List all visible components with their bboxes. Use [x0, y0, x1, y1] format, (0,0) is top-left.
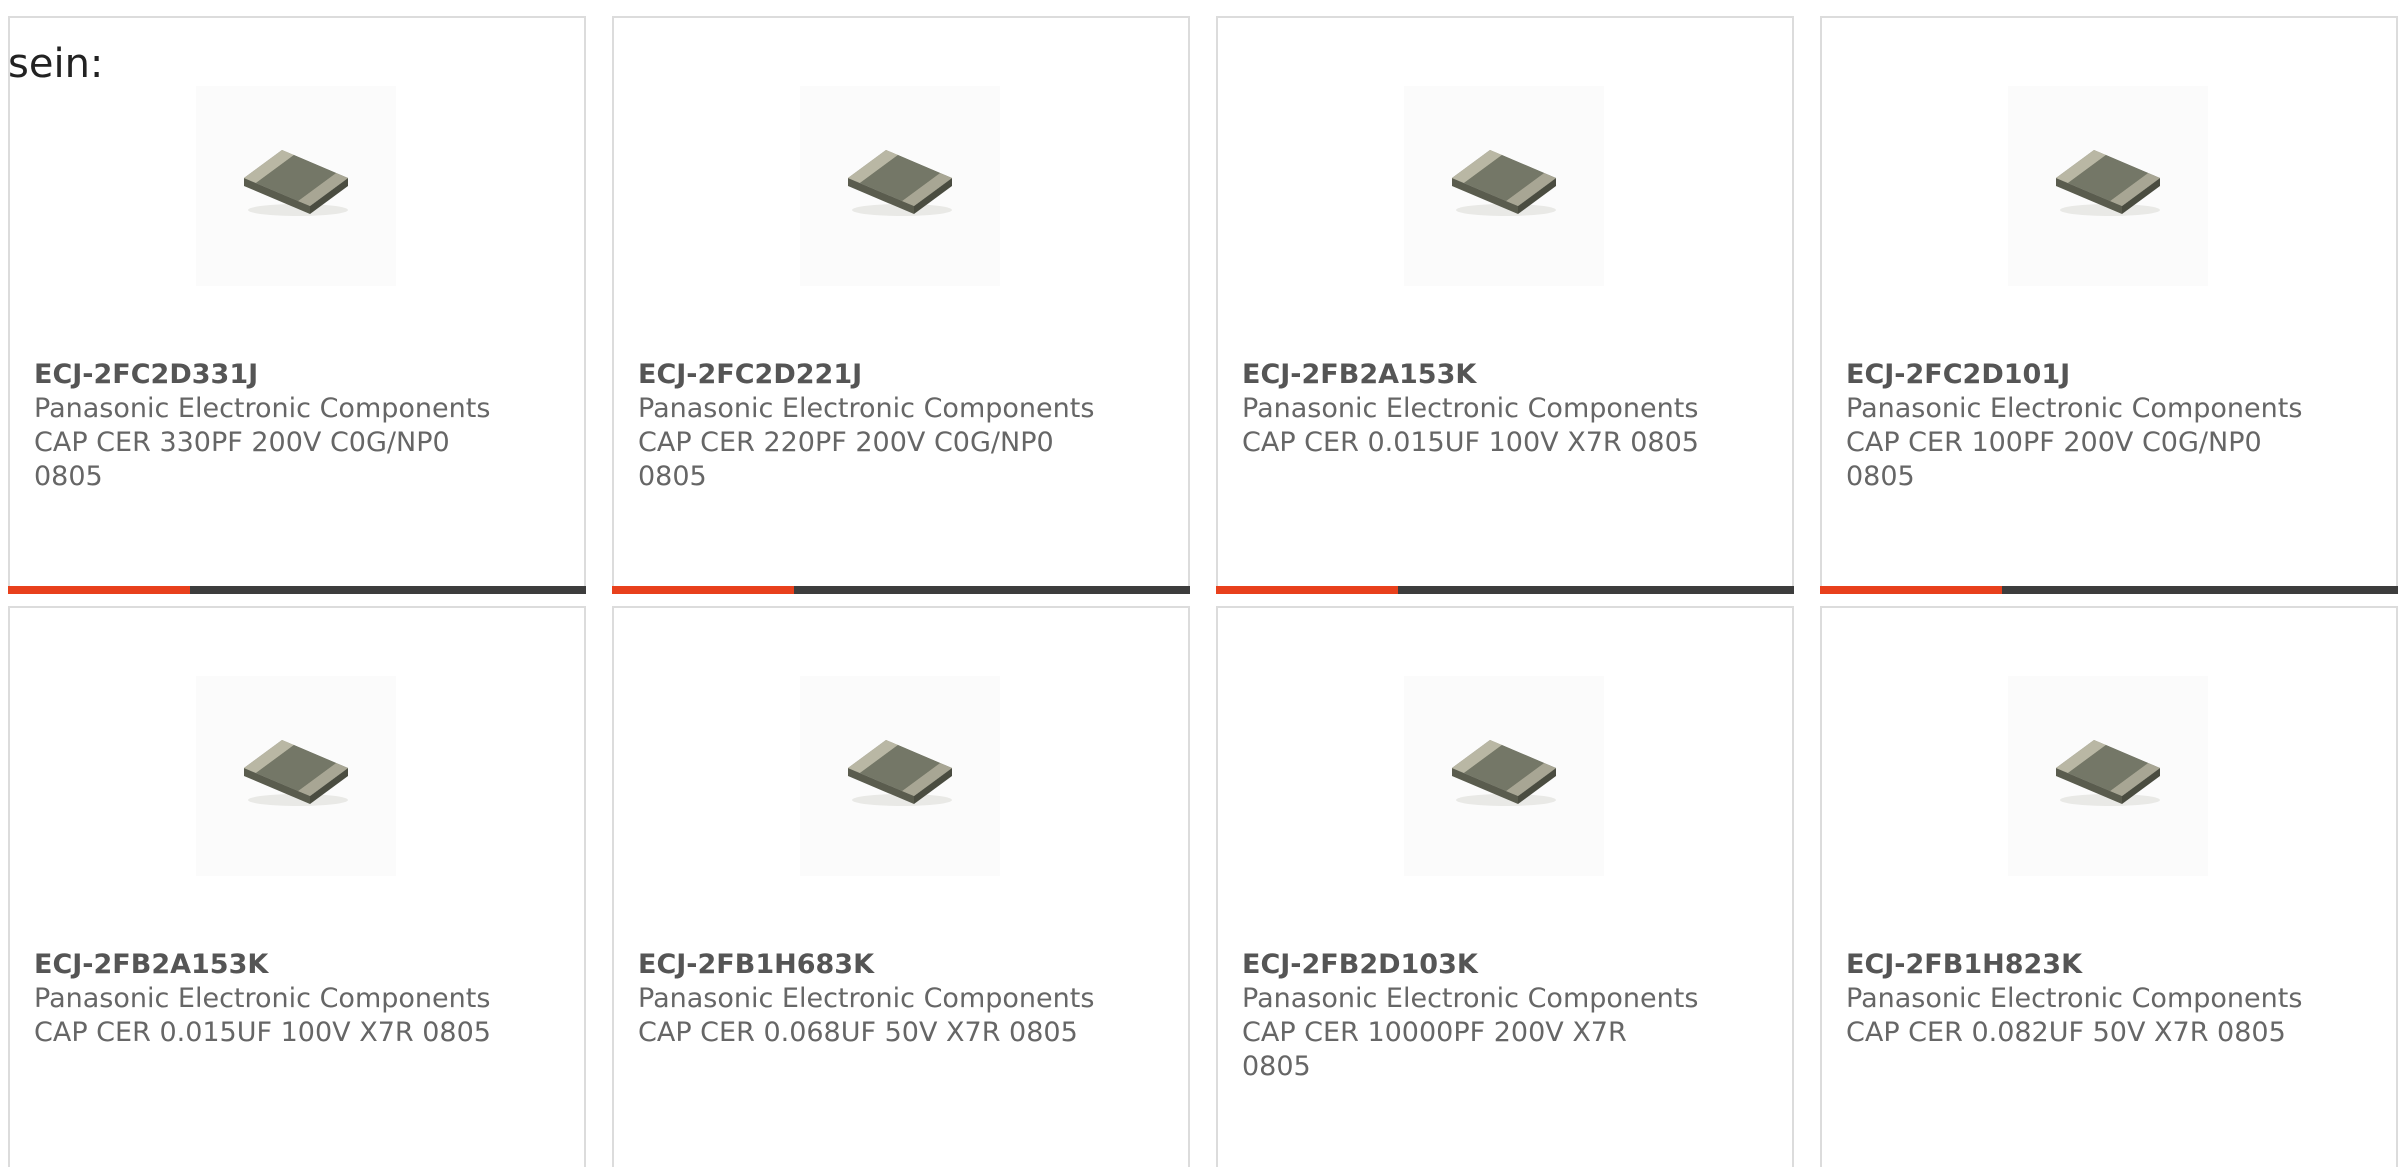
product-info: ECJ-2FC2D101J Panasonic Electronic Compo…: [1846, 358, 2306, 494]
description: CAP CER 220PF 200V C0G/NP0 0805: [638, 427, 1054, 492]
product-info: ECJ-2FC2D221J Panasonic Electronic Compo…: [638, 358, 1098, 494]
manufacturer: Panasonic Electronic Components: [34, 393, 491, 424]
product-card[interactable]: ECJ-2FB2A153K Panasonic Electronic Compo…: [8, 606, 586, 1167]
part-number[interactable]: ECJ-2FB2A153K: [34, 948, 494, 982]
smd-capacitor-icon: [244, 740, 348, 806]
progress-bar: [1820, 586, 2398, 594]
progress-bar-fill: [1216, 586, 1399, 594]
description: CAP CER 0.015UF 100V X7R 0805: [1242, 427, 1699, 458]
manufacturer: Panasonic Electronic Components: [1242, 983, 1699, 1014]
product-info: ECJ-2FB1H683K Panasonic Electronic Compo…: [638, 948, 1098, 1050]
description: CAP CER 0.082UF 50V X7R 0805: [1846, 1017, 2286, 1048]
product-card[interactable]: ECJ-2FC2D221J Panasonic Electronic Compo…: [612, 16, 1190, 594]
product-image[interactable]: [800, 86, 1000, 286]
manufacturer: Panasonic Electronic Components: [1242, 393, 1699, 424]
description: CAP CER 330PF 200V C0G/NP0 0805: [34, 427, 450, 492]
manufacturer: Panasonic Electronic Components: [1846, 393, 2303, 424]
product-info: ECJ-2FB1H823K Panasonic Electronic Compo…: [1846, 948, 2306, 1050]
product-card[interactable]: ECJ-2FB1H683K Panasonic Electronic Compo…: [612, 606, 1190, 1167]
part-number[interactable]: ECJ-2FC2D101J: [1846, 358, 2306, 392]
part-number[interactable]: ECJ-2FC2D331J: [34, 358, 494, 392]
manufacturer: Panasonic Electronic Components: [1846, 983, 2303, 1014]
product-image[interactable]: [196, 86, 396, 286]
part-number[interactable]: ECJ-2FB1H683K: [638, 948, 1098, 982]
product-card[interactable]: ECJ-2FB2A153K Panasonic Electronic Compo…: [1216, 16, 1794, 594]
part-number[interactable]: ECJ-2FB1H823K: [1846, 948, 2306, 982]
product-info: ECJ-2FB2A153K Panasonic Electronic Compo…: [34, 948, 494, 1050]
product-image[interactable]: [1404, 86, 1604, 286]
smd-capacitor-icon: [244, 150, 348, 216]
part-number[interactable]: ECJ-2FB2D103K: [1242, 948, 1702, 982]
description: CAP CER 0.015UF 100V X7R 0805: [34, 1017, 491, 1048]
product-card[interactable]: ECJ-2FC2D101J Panasonic Electronic Compo…: [1820, 16, 2398, 594]
manufacturer: Panasonic Electronic Components: [638, 393, 1095, 424]
product-info: ECJ-2FB2D103K Panasonic Electronic Compo…: [1242, 948, 1702, 1084]
product-info: ECJ-2FC2D331J Panasonic Electronic Compo…: [34, 358, 494, 494]
progress-bar-fill: [1820, 586, 2003, 594]
progress-bar: [612, 586, 1190, 594]
product-image[interactable]: [1404, 676, 1604, 876]
smd-capacitor-icon: [1452, 150, 1556, 216]
progress-bar-fill: [612, 586, 795, 594]
part-number[interactable]: ECJ-2FC2D221J: [638, 358, 1098, 392]
description: CAP CER 10000PF 200V X7R 0805: [1242, 1017, 1627, 1082]
description: CAP CER 0.068UF 50V X7R 0805: [638, 1017, 1078, 1048]
progress-bar: [8, 586, 586, 594]
product-image[interactable]: [800, 676, 1000, 876]
progress-bar-fill: [8, 586, 191, 594]
smd-capacitor-icon: [2056, 150, 2160, 216]
product-card[interactable]: ECJ-2FC2D331J Panasonic Electronic Compo…: [8, 16, 586, 594]
smd-capacitor-icon: [848, 740, 952, 806]
manufacturer: Panasonic Electronic Components: [34, 983, 491, 1014]
manufacturer: Panasonic Electronic Components: [638, 983, 1095, 1014]
product-image[interactable]: [196, 676, 396, 876]
product-card[interactable]: ECJ-2FB1H823K Panasonic Electronic Compo…: [1820, 606, 2398, 1167]
part-number[interactable]: ECJ-2FB2A153K: [1242, 358, 1702, 392]
product-image[interactable]: [2008, 86, 2208, 286]
description: CAP CER 100PF 200V C0G/NP0 0805: [1846, 427, 2262, 492]
product-info: ECJ-2FB2A153K Panasonic Electronic Compo…: [1242, 358, 1702, 460]
product-image[interactable]: [2008, 676, 2208, 876]
progress-bar: [1216, 586, 1794, 594]
smd-capacitor-icon: [2056, 740, 2160, 806]
intro-text: sein:: [8, 41, 104, 87]
product-card[interactable]: ECJ-2FB2D103K Panasonic Electronic Compo…: [1216, 606, 1794, 1167]
smd-capacitor-icon: [1452, 740, 1556, 806]
smd-capacitor-icon: [848, 150, 952, 216]
